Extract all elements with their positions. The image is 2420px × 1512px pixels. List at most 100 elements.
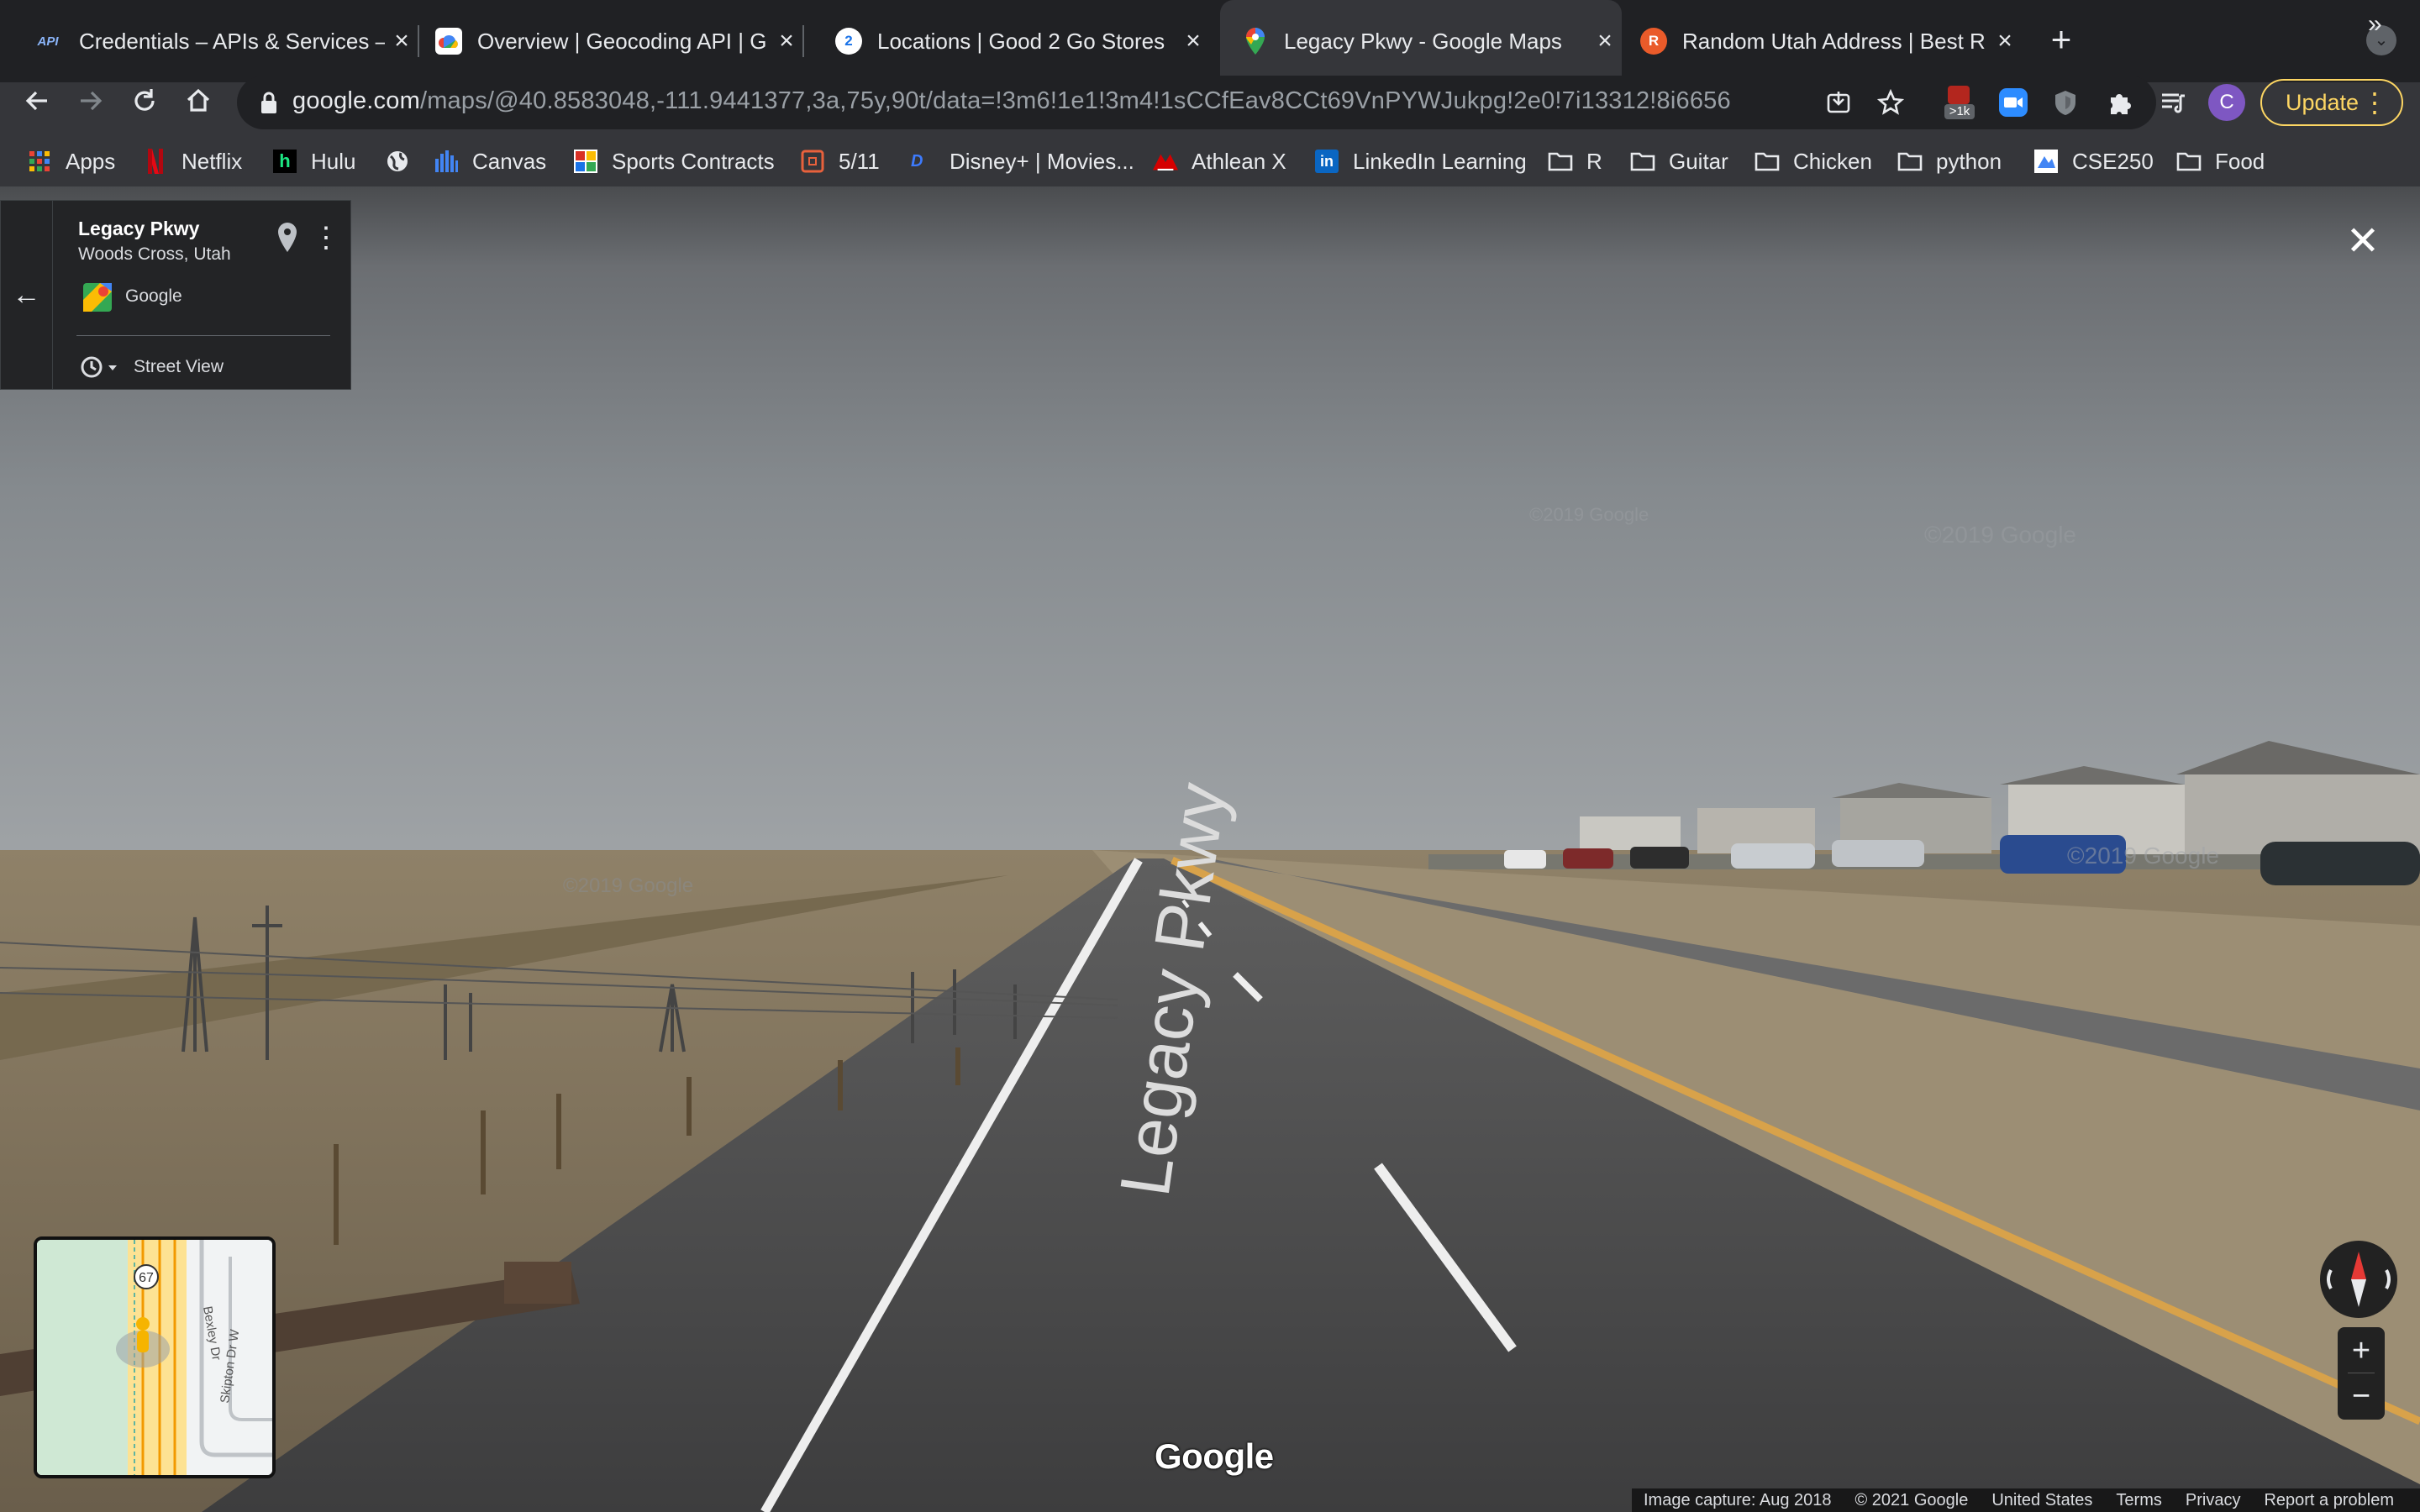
new-tab-button[interactable]: + (2040, 18, 2082, 60)
mini-map[interactable]: 67 Bexley Dr Skipton Dr W (34, 1236, 276, 1478)
netflix-icon (143, 149, 168, 174)
bookmark-hulu[interactable]: h Hulu (272, 136, 355, 186)
guard-rail-end (504, 1262, 571, 1304)
bookmark-label: Chicken (1793, 148, 1872, 174)
back-button[interactable] (12, 76, 62, 126)
bookmark-netflix[interactable]: Netflix (143, 136, 242, 186)
close-tab-icon[interactable]: × (385, 24, 418, 58)
more-menu-icon[interactable]: ⋮ (2361, 87, 2388, 118)
folder-icon (1548, 149, 1573, 174)
folder-icon (1897, 149, 1923, 174)
google-cloud-icon (435, 28, 462, 55)
map-pin-icon[interactable] (275, 221, 300, 255)
media-queue-icon[interactable] (2154, 84, 2191, 121)
bookmark-label: Hulu (311, 148, 356, 174)
tab-credentials[interactable]: API Credentials – APIs & Services – × (15, 0, 419, 82)
history-clock-icon[interactable] (76, 349, 118, 382)
address-bar[interactable]: google.com/maps/@40.8583048,-111.9441377… (237, 76, 2156, 129)
canvas-icon (434, 149, 459, 174)
bookmark-star-icon[interactable] (1872, 84, 1909, 121)
shield-icon[interactable] (2047, 84, 2084, 121)
url-path: /maps/@40.8583048,-111.9441377,3a,75y,90… (419, 87, 1731, 114)
bookmark-apps[interactable]: Apps (27, 136, 115, 186)
extensions-puzzle-icon[interactable] (2101, 84, 2138, 121)
bookmark-sports-contracts[interactable]: Sports Contracts (573, 136, 775, 186)
tab-title: Random Utah Address | Best R (1682, 28, 1986, 54)
privacy-link[interactable]: Privacy (2186, 1491, 2241, 1510)
hulu-icon: h (272, 149, 297, 174)
forward-button[interactable] (66, 76, 116, 126)
street-view-panorama[interactable]: Legacy Pkwy ©2019 Google ©2019 Google ©2… (0, 186, 2420, 1512)
bookmark-label: python (1936, 148, 2002, 174)
extension-logo (1948, 86, 1970, 104)
copyright: © 2021 Google (1854, 1490, 1969, 1509)
compass-icon[interactable] (2319, 1240, 2398, 1319)
bookmarks-bar: Apps Netflix h Hulu Canvas Sports Contracts 5/… (0, 136, 2420, 186)
profile-avatar[interactable]: C (2208, 84, 2245, 121)
bookmark-guitar[interactable]: Guitar (1630, 136, 1728, 186)
zoom-video-icon[interactable] (1995, 84, 2032, 121)
bookmark-globe[interactable] (385, 136, 424, 186)
lock-icon (261, 92, 276, 113)
close-icon[interactable]: ✕ (2341, 220, 2385, 264)
map-footer: Image capture: Aug 2018 © 2021 Google Un… (1632, 1488, 2420, 1512)
bookmark-label: Athlean X (1192, 148, 1286, 174)
api-icon: API (37, 34, 59, 49)
extension-badge: >1k (1944, 104, 1975, 119)
bookmark-food[interactable]: Food (2176, 136, 2265, 186)
tab-good2go[interactable]: 2 Locations | Good 2 Go Stores × (820, 0, 1210, 82)
tab-geocoding[interactable]: Overview | Geocoding API | G × (420, 0, 804, 82)
zoom-in-button[interactable]: + (2338, 1329, 2385, 1373)
reload-button[interactable] (119, 76, 170, 126)
home-button[interactable] (173, 76, 224, 126)
place-name: Legacy Pkwy (78, 218, 200, 239)
url-text[interactable]: google.com/maps/@40.8583048,-111.9441377… (292, 87, 1731, 115)
bookmarks-overflow-icon[interactable]: » (2368, 10, 2382, 39)
report-problem-link[interactable]: Report a problem (2264, 1491, 2394, 1510)
imagery-source: Google (125, 286, 182, 306)
apps-grid-icon (27, 149, 52, 174)
tab-google-maps[interactable]: Legacy Pkwy - Google Maps × (1220, 0, 1622, 82)
back-arrow-icon[interactable]: ← (1, 201, 53, 389)
street-view-scene[interactable]: Legacy Pkwy ©2019 Google ©2019 Google ©2… (0, 186, 2420, 1512)
bookmark-canvas[interactable]: Canvas (434, 136, 546, 186)
random-address-icon: R (1640, 28, 1667, 55)
bookmark-label: CSE250 (2072, 148, 2154, 174)
cse-icon (2033, 149, 2059, 174)
tab-title: Locations | Good 2 Go Stores (877, 28, 1165, 54)
arrow-right-icon (81, 91, 103, 111)
bookmark-chicken[interactable]: Chicken (1754, 136, 1872, 186)
disney-icon: D (911, 152, 923, 171)
extension-icon[interactable]: >1k (1941, 84, 1978, 121)
update-button[interactable]: Update ⋮ (2260, 79, 2403, 126)
install-icon[interactable] (1820, 84, 1857, 121)
good2go-icon: 2 (835, 28, 862, 55)
street-view-label: Street View (134, 357, 224, 376)
folder-icon (1754, 149, 1780, 174)
bookmark-disney-movies[interactable]: D Disney+ | Movies... (911, 136, 1134, 186)
terms-link[interactable]: Terms (2116, 1491, 2161, 1510)
close-tab-icon[interactable]: × (1588, 24, 1622, 58)
mini-map-canvas: 67 Bexley Dr Skipton Dr W (37, 1240, 272, 1475)
bookmark-label: Canvas (472, 148, 547, 174)
bookmark-5-11[interactable]: 5/11 (800, 136, 880, 186)
place-locality: Woods Cross, Utah (78, 244, 231, 264)
copyright-watermark: ©2019 Google (2067, 843, 2219, 869)
bookmark-r[interactable]: R (1548, 136, 1602, 186)
tab-random-address[interactable]: R Random Utah Address | Best R × (1623, 0, 2022, 82)
home-icon (187, 88, 210, 112)
country-link[interactable]: United States (1991, 1491, 2092, 1510)
folder-icon (2176, 149, 2202, 174)
zoom-out-button[interactable]: − (2338, 1374, 2385, 1418)
close-tab-icon[interactable]: × (770, 24, 803, 58)
linkedin-icon: in (1314, 149, 1339, 174)
more-options-icon[interactable]: ⋮ (312, 221, 340, 255)
bookmark-linkedin-learning[interactable]: in LinkedIn Learning (1314, 136, 1527, 186)
bookmark-cse250[interactable]: CSE250 (2033, 136, 2154, 186)
close-tab-icon[interactable]: × (1176, 24, 1210, 58)
bookmark-label: Sports Contracts (612, 148, 775, 174)
bookmark-athlean-x[interactable]: Athlean X (1153, 136, 1286, 186)
close-tab-icon[interactable]: × (1988, 24, 2022, 58)
tab-title: Credentials – APIs & Services – (79, 28, 385, 54)
bookmark-python[interactable]: python (1897, 136, 2002, 186)
